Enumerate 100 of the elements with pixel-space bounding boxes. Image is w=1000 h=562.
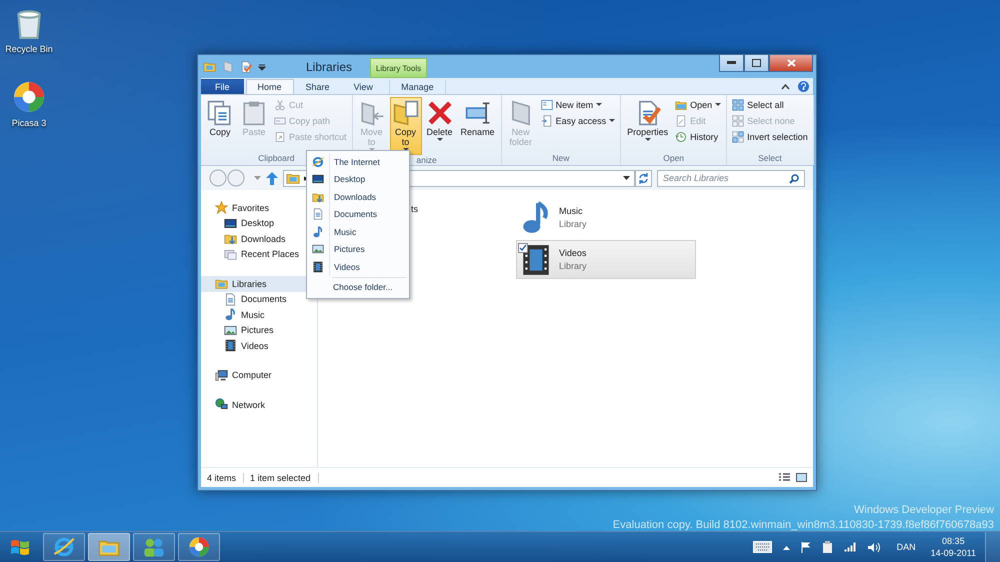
picture-icon — [312, 243, 324, 256]
music-note-icon — [224, 308, 237, 322]
up-arrow-icon[interactable] — [266, 172, 278, 184]
flag-icon[interactable] — [800, 542, 811, 552]
build-watermark-text: Windows Developer Preview — [854, 504, 994, 516]
menu-item[interactable]: Music — [307, 223, 409, 240]
help-icon[interactable] — [798, 81, 809, 92]
cross-icon — [426, 100, 453, 126]
library-icon — [286, 171, 300, 185]
new-item-icon — [540, 99, 553, 111]
minimize-icon — [727, 61, 736, 65]
close-icon — [786, 59, 796, 67]
build-watermark-text: Evaluation copy. Build 8102.winmain_win8m3.110830-1739.f8ef86f760678a93 — [612, 519, 994, 531]
desktop-icon-label[interactable]: Recycle Bin — [5, 44, 53, 54]
group-label: Open — [663, 153, 684, 165]
language-indicator[interactable]: DAN — [896, 542, 916, 552]
menu-item[interactable]: Pictures — [307, 240, 409, 258]
menu-item[interactable]: The Internet — [307, 153, 409, 170]
menu-item[interactable]: Videos — [307, 258, 409, 276]
ribbon-button[interactable]: Select all — [730, 98, 810, 112]
ribbon-button[interactable]: History — [673, 130, 724, 144]
ribbon-button[interactable]: New item — [538, 98, 618, 112]
ribbon-button[interactable]: Rename — [458, 97, 498, 155]
maximize-icon — [752, 59, 761, 67]
document-icon — [224, 292, 237, 306]
film-icon — [224, 339, 237, 352]
navigation-item[interactable]: Computer — [201, 368, 317, 383]
ribbon-tab[interactable]: Home — [246, 79, 294, 94]
star-icon — [215, 201, 228, 214]
music-note-icon — [312, 226, 324, 238]
library-icon — [215, 277, 228, 290]
desktop-icon-label[interactable]: Picasa 3 — [12, 118, 46, 128]
group-label: anize — [416, 155, 437, 167]
search-field[interactable]: Search Libraries — [657, 170, 805, 186]
status-text: 4 items — [207, 472, 244, 482]
ribbon-button[interactable]: Delete — [424, 97, 456, 155]
show-hidden-icons-icon[interactable] — [782, 544, 790, 550]
library-label[interactable]: ts — [410, 203, 420, 215]
close-button[interactable] — [769, 55, 813, 72]
library-name: Music — [559, 206, 584, 216]
taskbar-button[interactable] — [43, 533, 85, 561]
ribbon-tab[interactable]: Share — [294, 79, 342, 94]
pinwheel-icon — [188, 536, 210, 558]
maximize-button[interactable] — [744, 55, 769, 72]
navigation-item[interactable]: Music — [201, 307, 317, 322]
rename-icon — [464, 100, 491, 126]
group-label: Select — [758, 153, 782, 165]
menu-item[interactable]: Desktop — [307, 170, 409, 188]
ribbon-button[interactable]: Open — [673, 98, 724, 112]
status-text: 1 item selected — [250, 472, 319, 482]
ribbon-button[interactable]: Properties — [624, 97, 672, 153]
ribbon-button[interactable]: Easy access — [538, 114, 618, 128]
thumbnails-view-icon[interactable] — [796, 473, 807, 482]
keyboard-icon[interactable] — [752, 541, 772, 553]
select-all-icon — [732, 99, 744, 111]
ribbon-tab[interactable]: View — [342, 79, 385, 94]
ribbon-button[interactable]: Copy to — [390, 97, 422, 155]
shortcut-icon — [274, 131, 286, 143]
caret-icon[interactable] — [623, 176, 630, 180]
speaker-icon[interactable] — [866, 542, 880, 552]
search-icon[interactable] — [789, 174, 799, 184]
ribbon-button[interactable]: Invert selection — [730, 130, 810, 144]
library-tile[interactable]: Music Library — [516, 198, 696, 237]
picture-icon — [224, 324, 237, 337]
computer-icon — [215, 368, 228, 382]
windows-flag-icon — [10, 538, 30, 556]
people-icon — [143, 536, 165, 558]
library-type: Library — [559, 219, 587, 229]
clipboard-icon — [241, 100, 267, 126]
library-tile[interactable]: Videos Library — [516, 240, 696, 279]
minimize-button[interactable] — [719, 55, 744, 72]
scissors-icon — [274, 99, 286, 111]
menu-item[interactable]: Downloads — [307, 188, 409, 206]
menu-item[interactable]: Documents — [307, 206, 409, 223]
refresh-button[interactable] — [635, 170, 652, 186]
ribbon-tab[interactable]: File — [201, 79, 244, 94]
navigation-item[interactable]: Pictures — [201, 322, 317, 338]
windows-icon — [224, 248, 237, 261]
taskbar-button[interactable] — [178, 533, 220, 561]
customize-caret-icon[interactable] — [258, 62, 266, 70]
checkbox-checked-icon[interactable] — [518, 242, 528, 252]
globe-icon — [312, 156, 324, 168]
network-icon — [215, 398, 228, 412]
signal-icon[interactable] — [844, 542, 856, 552]
collapse-ribbon-icon[interactable] — [781, 83, 790, 90]
ribbon-button[interactable]: Copy — [204, 97, 236, 153]
navigation-item[interactable]: Network — [201, 397, 317, 412]
document-icon — [312, 208, 324, 220]
film-icon — [312, 260, 324, 273]
desktop-icon — [312, 173, 324, 186]
taskbar-button[interactable] — [133, 533, 175, 561]
clock[interactable]: 08:35 14-09-2011 — [930, 536, 976, 558]
page-icon — [675, 115, 688, 127]
details-view-icon[interactable] — [779, 473, 790, 482]
library-type: Library — [559, 261, 587, 271]
navigation-item[interactable]: Videos — [201, 338, 317, 354]
pinwheel-icon — [12, 80, 46, 114]
recent-pages-caret-icon[interactable] — [254, 176, 261, 180]
clipboard-icon[interactable] — [822, 541, 833, 553]
group-label: Clipboard — [258, 153, 294, 165]
